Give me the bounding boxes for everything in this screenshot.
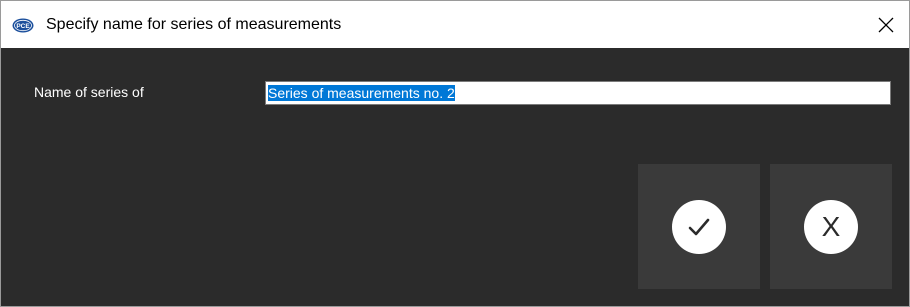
cancel-x-icon: X: [821, 210, 841, 242]
cancel-button[interactable]: X: [770, 164, 892, 289]
title-bar: PCE Specify name for series of measureme…: [1, 1, 909, 48]
series-name-input[interactable]: [265, 81, 891, 105]
dialog-content: Name of series of X: [1, 48, 909, 306]
close-button[interactable]: [863, 1, 909, 48]
window-title: Specify name for series of measurements: [46, 16, 342, 33]
cancel-circle: X: [804, 199, 858, 254]
ok-circle: [672, 199, 726, 254]
logo-text: PCE: [16, 23, 30, 30]
dialog-window: PCE Specify name for series of measureme…: [0, 0, 910, 307]
pce-logo-icon: PCE: [12, 18, 34, 33]
series-name-label: Name of series of: [34, 84, 144, 100]
ok-button[interactable]: [638, 164, 760, 289]
close-icon: [878, 17, 894, 32]
checkmark-icon: [688, 218, 710, 235]
